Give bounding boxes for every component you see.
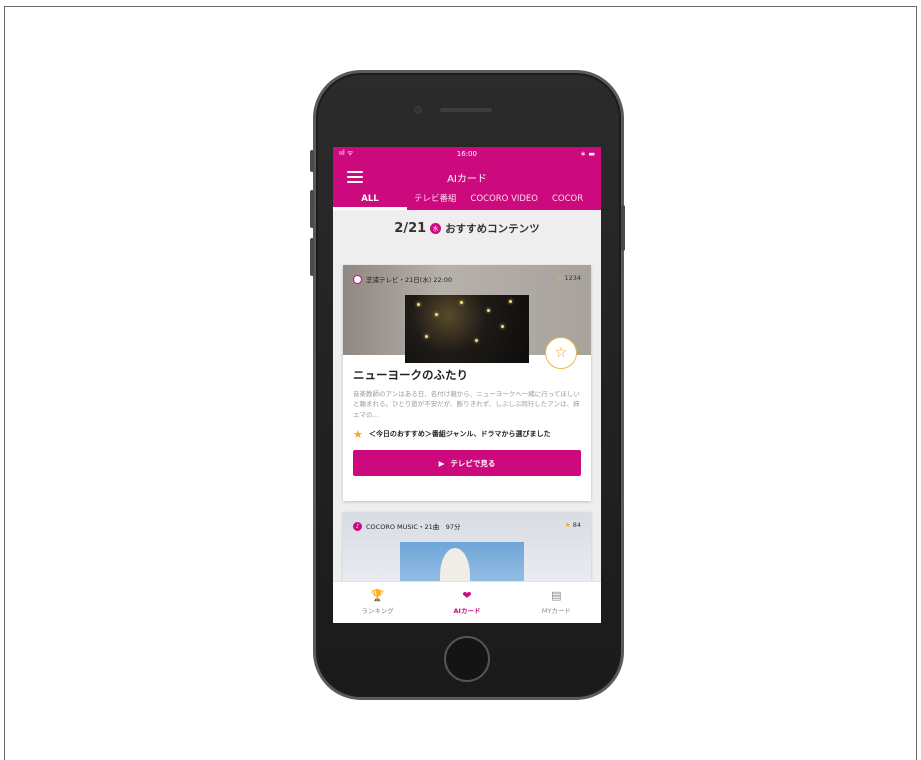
nav-label: MYカード: [541, 607, 571, 615]
recommend-label: おすすめコンテンツ: [445, 222, 540, 235]
date-text: 2/21: [394, 220, 427, 236]
program-title: ニューヨークのふたり: [353, 368, 468, 382]
bottom-navigation: 🏆 ランキング ❤ AIカード ▤ MYカード: [333, 581, 601, 623]
nav-label: AIカード: [453, 607, 481, 615]
card-body: ニューヨークのふたり 音楽教師のアンはある日、名付け親から、ニューヨークへ一緒に…: [343, 355, 591, 476]
day-badge: 水: [430, 222, 442, 234]
front-camera: [414, 106, 422, 114]
nav-ai-card[interactable]: ❤ AIカード: [422, 582, 511, 623]
status-time: 16:00: [456, 149, 477, 158]
nav-my-card[interactable]: ▤ MYカード: [512, 582, 601, 623]
card-source: 芝浦テレビ・21日(水) 22:00: [353, 274, 452, 284]
card-source: ♪ COCORO MUSIC・21曲 97分: [353, 521, 461, 531]
tab-all[interactable]: ALL: [333, 194, 407, 210]
source-text: 芝浦テレビ・21日(水) 22:00: [366, 276, 453, 284]
card-media: 芝浦テレビ・21日(水) 22:00 ★ 1234 ☆: [343, 265, 591, 369]
rating: ★ 84: [565, 521, 581, 529]
heart-card-icon: ❤: [462, 589, 472, 602]
phone-side-button: [310, 150, 314, 172]
rating-star-icon: ★: [564, 521, 571, 529]
recommendation-text: ＜今日のおすすめ＞番組ジャンル、ドラマから選びました: [368, 430, 551, 438]
watch-label: テレビで見る: [450, 458, 496, 468]
tab-cocoro-more[interactable]: COCOR: [545, 194, 590, 210]
home-button[interactable]: [444, 636, 490, 682]
phone-power-button: [621, 205, 625, 251]
program-thumbnail[interactable]: [405, 295, 529, 363]
date-header: 2/21 水 おすすめコンテンツ: [333, 210, 601, 246]
recommend-star-icon: ★: [353, 428, 363, 441]
rating-star-icon: ★: [556, 274, 563, 282]
earpiece-speaker: [440, 108, 492, 112]
program-description: 音楽教師のアンはある日、名付け親から、ニューヨークへ一緒に行ってほしいと頼まれる…: [353, 390, 580, 419]
cards-icon: ▤: [551, 589, 562, 602]
play-icon: ▶: [438, 458, 445, 468]
page-title: AIカード: [447, 174, 487, 185]
watch-on-tv-button[interactable]: ▶ テレビで見る: [353, 450, 581, 476]
app-screen: ııl ᯤ 16:00 ∗ ▬ AIカード ALL テレビ番組 COCORO V…: [333, 147, 601, 623]
rating-count: 84: [572, 521, 581, 529]
rating: ★ 1234: [557, 274, 581, 282]
signal-icon: ııl ᯤ: [339, 149, 354, 157]
battery-icon: ∗ ▬: [580, 149, 595, 158]
phone-volume-down: [310, 238, 314, 276]
status-bar: ııl ᯤ 16:00 ∗ ▬: [333, 147, 601, 160]
content-card-tv[interactable]: 芝浦テレビ・21日(水) 22:00 ★ 1234 ☆ ニューヨークのふたり 音…: [343, 265, 591, 501]
nav-ranking[interactable]: 🏆 ランキング: [333, 582, 422, 623]
tab-cocoro-video[interactable]: COCORO VIDEO: [464, 194, 545, 210]
rating-count: 1234: [564, 274, 581, 282]
phone-volume-up: [310, 190, 314, 228]
nav-label: ランキング: [361, 607, 394, 615]
tv-channel-icon: [353, 274, 362, 284]
source-text: COCORO MUSIC・21曲 97分: [366, 523, 461, 531]
music-note-icon: ♪: [353, 521, 362, 531]
trophy-icon: 🏆: [370, 589, 385, 602]
favorite-star-button[interactable]: ☆: [545, 337, 577, 369]
recommendation-row: ★ ＜今日のおすすめ＞番組ジャンル、ドラマから選びました: [353, 429, 581, 440]
tab-tv[interactable]: テレビ番組: [407, 192, 464, 210]
